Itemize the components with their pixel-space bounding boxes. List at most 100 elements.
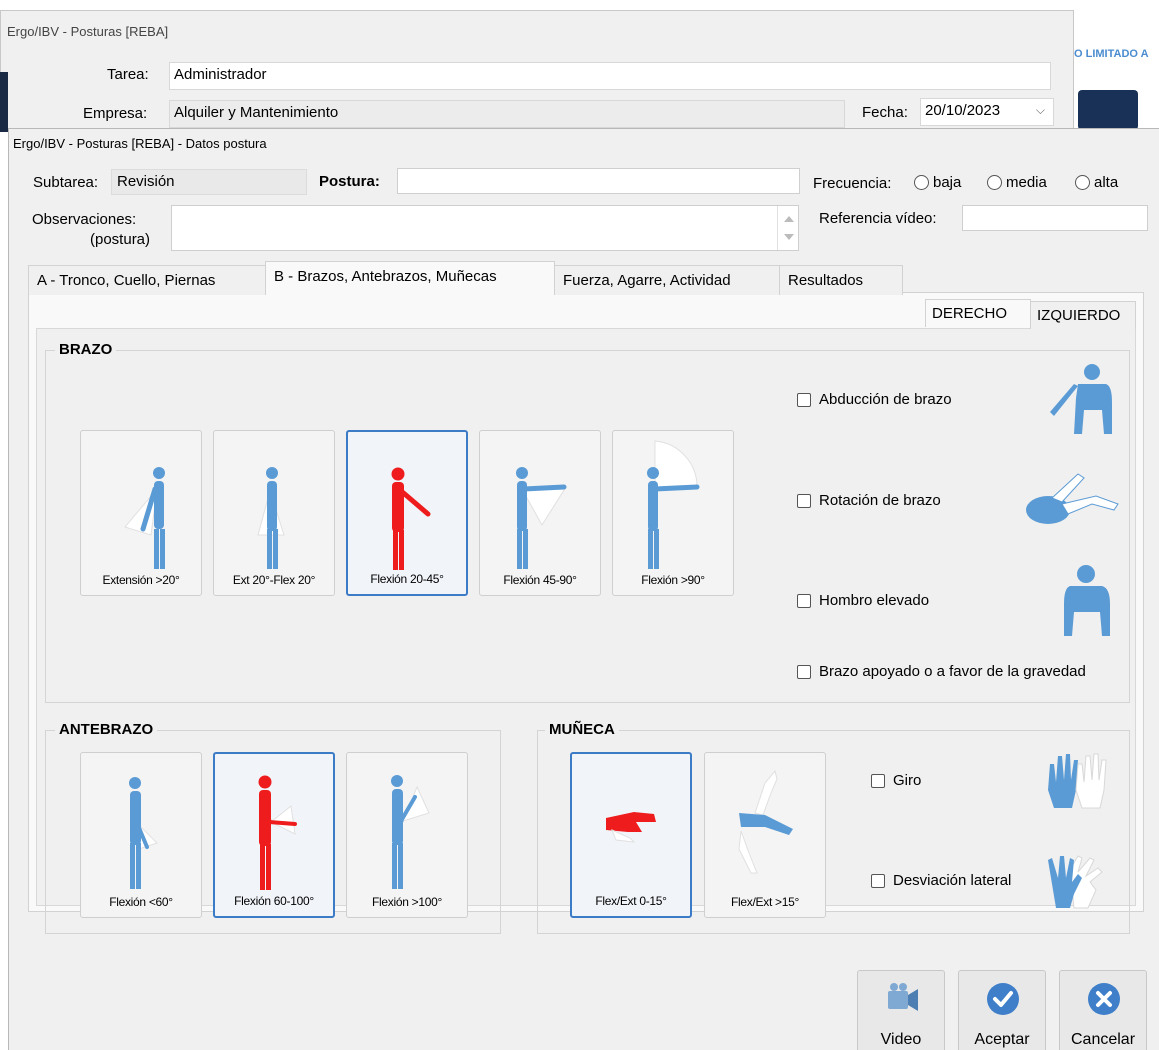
- shoulder-elevated-icon: [1064, 565, 1110, 636]
- close-icon: [1088, 983, 1120, 1015]
- empresa-field: Alquiler y Mantenimiento: [169, 100, 845, 128]
- observaciones-scrollbar[interactable]: [777, 206, 799, 250]
- checkbox-box[interactable]: [797, 392, 811, 407]
- tab-resultados[interactable]: Resultados: [779, 265, 903, 295]
- checkbox-label: Abducción de brazo: [819, 391, 952, 408]
- rotacion-brazo-checkbox[interactable]: Rotación de brazo: [797, 492, 941, 509]
- checkbox-box[interactable]: [797, 493, 811, 508]
- pose-label: Flex/Ext >15°: [731, 895, 799, 909]
- forearm-flexion-lt-60-figure: [129, 777, 158, 889]
- antebrazo-option-flexion-lt-60[interactable]: Flexión <60°: [80, 752, 202, 918]
- wrist-neutral-figure: [606, 812, 656, 843]
- subtarea-label: Subtarea:: [33, 174, 99, 191]
- radio-circle[interactable]: [987, 175, 1002, 190]
- subtarea-field: Revisión: [111, 169, 307, 195]
- muneca-option-flex-ext-0-15[interactable]: Flex/Ext 0-15°: [570, 752, 692, 918]
- video-camera-icon: [888, 983, 918, 1011]
- checkbox-box[interactable]: [797, 593, 811, 608]
- hombro-elevado-checkbox[interactable]: Hombro elevado: [797, 592, 929, 609]
- brazo-apoyado-checkbox[interactable]: Brazo apoyado o a favor de la gravedad: [797, 663, 1086, 680]
- antebrazo-option-flexion-60-100[interactable]: Flexión 60-100°: [213, 752, 335, 918]
- pose-label: Flex/Ext 0-15°: [595, 894, 667, 908]
- fecha-date-picker[interactable]: 20/10/2023 ⌵: [920, 98, 1054, 126]
- fecha-label: Fecha:: [862, 104, 908, 121]
- checkmark-icon: [987, 983, 1019, 1015]
- scroll-up-arrow-icon[interactable]: [784, 216, 794, 222]
- muneca-option-flex-ext-gt-15[interactable]: Flex/Ext >15°: [704, 752, 826, 918]
- radio-circle[interactable]: [914, 175, 929, 190]
- aceptar-button[interactable]: Aceptar: [958, 970, 1046, 1050]
- checkbox-label: Giro: [893, 772, 922, 789]
- wrist-rotation-icon: [1048, 753, 1107, 809]
- radio-label: alta: [1094, 174, 1119, 191]
- muneca-title: MUÑECA: [545, 721, 619, 738]
- fecha-value: 20/10/2023: [925, 102, 1001, 119]
- pose-label: Flexión 60-100°: [234, 894, 314, 908]
- cancelar-button-label: Cancelar: [1070, 1031, 1136, 1048]
- arm-neutral-figure: [257, 467, 285, 569]
- pose-label: Flexión >100°: [372, 895, 442, 909]
- brazo-option-flexion-45-90[interactable]: Flexión 45-90°: [479, 430, 601, 596]
- checkbox-label: Desviación lateral: [893, 872, 1012, 889]
- brazo-title: BRAZO: [55, 341, 117, 358]
- background-header-text: O LIMITADO A: [1074, 48, 1149, 60]
- abduccion-brazo-checkbox[interactable]: Abducción de brazo: [797, 391, 952, 408]
- postura-input[interactable]: [397, 168, 800, 194]
- checkbox-box[interactable]: [871, 773, 885, 788]
- arm-flexion-20-45-figure: [391, 467, 431, 570]
- pose-label: Flexión <60°: [109, 895, 173, 909]
- pose-label: Flexión 20-45°: [370, 572, 444, 586]
- frecuencia-radio-baja[interactable]: baja: [914, 174, 961, 191]
- pose-label: Extensión >20°: [102, 573, 180, 587]
- brazo-option-ext-flex-20[interactable]: Ext 20°-Flex 20°: [213, 430, 335, 596]
- wrist-deviation-icon: [1048, 855, 1103, 909]
- forearm-flexion-gt-100-figure: [391, 775, 430, 889]
- brazo-option-flexion-90[interactable]: Flexión >90°: [612, 430, 734, 596]
- cancelar-button[interactable]: Cancelar: [1059, 970, 1147, 1050]
- observaciones-label: Observaciones:: [32, 211, 137, 228]
- arm-abduction-icon: [1050, 364, 1112, 434]
- wrist-flexed-figure: [738, 769, 793, 874]
- tab-izquierdo[interactable]: IZQUIERDO: [1030, 301, 1136, 329]
- observaciones-sublabel: (postura): [90, 231, 151, 248]
- giro-checkbox[interactable]: Giro: [871, 772, 921, 789]
- pose-label: Flexión >90°: [641, 573, 705, 587]
- referencia-video-input[interactable]: [962, 205, 1148, 231]
- antebrazo-option-flexion-gt-100[interactable]: Flexión >100°: [346, 752, 468, 918]
- chevron-down-icon[interactable]: ⌵: [1036, 103, 1045, 118]
- referencia-video-label: Referencia vídeo:: [819, 210, 937, 227]
- arm-extension-figure: [124, 467, 165, 569]
- arm-flexion-45-90-figure: [516, 467, 567, 569]
- tarea-field[interactable]: Administrador: [169, 62, 1051, 90]
- tarea-label: Tarea:: [107, 66, 149, 83]
- checkbox-box[interactable]: [797, 664, 811, 679]
- aceptar-button-label: Aceptar: [974, 1031, 1030, 1048]
- checkbox-label: Hombro elevado: [819, 592, 930, 609]
- radio-label: baja: [933, 174, 962, 191]
- frecuencia-label: Frecuencia:: [813, 175, 892, 192]
- checkbox-box[interactable]: [871, 873, 885, 888]
- antebrazo-title: ANTEBRAZO: [55, 721, 158, 738]
- postura-label: Postura:: [319, 173, 380, 190]
- radio-label: media: [1006, 174, 1047, 191]
- arm-flexion-90-figure: [647, 440, 700, 569]
- frecuencia-radio-alta[interactable]: alta: [1075, 174, 1118, 191]
- checkbox-label: Brazo apoyado o a favor de la gravedad: [819, 663, 1086, 680]
- desviacion-lateral-checkbox[interactable]: Desviación lateral: [871, 872, 1011, 889]
- pose-label: Ext 20°-Flex 20°: [232, 573, 316, 587]
- tab-derecho[interactable]: DERECHO: [925, 299, 1031, 327]
- observaciones-textarea[interactable]: [171, 205, 799, 251]
- tab-tronco-cuello-piernas[interactable]: A - Tronco, Cuello, Piernas: [28, 265, 266, 295]
- radio-circle[interactable]: [1075, 175, 1090, 190]
- scroll-down-arrow-icon[interactable]: [784, 234, 794, 240]
- brazo-option-extension[interactable]: Extensión >20°: [80, 430, 202, 596]
- background-logo: [1078, 90, 1138, 130]
- background-edge-strip: [0, 72, 8, 132]
- empresa-label: Empresa:: [83, 105, 148, 122]
- brazo-option-flexion-20-45[interactable]: Flexión 20-45°: [346, 430, 468, 596]
- tab-brazos-antebrazos-munecas[interactable]: B - Brazos, Antebrazos, Muñecas: [265, 261, 555, 295]
- tab-fuerza-agarre-actividad[interactable]: Fuerza, Agarre, Actividad: [554, 265, 780, 295]
- frecuencia-radio-media[interactable]: media: [987, 174, 1047, 191]
- video-button[interactable]: Video: [857, 970, 945, 1050]
- pose-label: Flexión 45-90°: [503, 573, 577, 587]
